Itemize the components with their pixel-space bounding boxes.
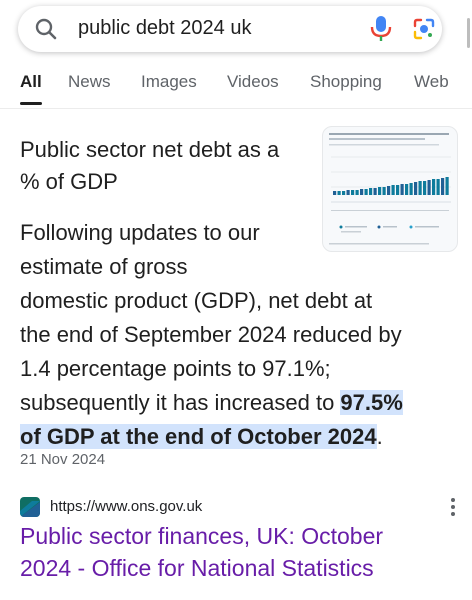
snippet-body: Following updates to our estimate of gro… [20,220,403,449]
snippet-title: Public sector net debt as a % of GDP [20,137,280,194]
thumbnail-bar [360,189,364,195]
highlighted-answer: 97.5% [340,390,403,415]
thumbnail-bar [337,191,341,195]
snippet-date: 21 Nov 2024 [20,451,106,468]
search-tabs: All News Images Videos Shopping Web [0,72,472,106]
thumbnail-bar [414,182,418,195]
active-tab-indicator [20,102,42,105]
thumbnail-bar [427,180,431,195]
scroll-indicator[interactable] [467,18,470,48]
result-title-link[interactable]: Public sector finances, UK: October 2024… [20,520,460,584]
search-icon [35,18,57,40]
result-url[interactable]: https://www.ons.gov.uk [50,498,202,515]
result-source[interactable]: https://www.ons.gov.uk [20,496,460,518]
thumbnail-bar [441,178,445,195]
tab-shopping[interactable]: Shopping [310,72,382,92]
thumbnail-bar [409,183,413,195]
tab-images[interactable]: Images [141,72,197,92]
thumbnail-bar [432,179,436,195]
tab-news[interactable]: News [68,72,111,92]
search-bar[interactable]: public debt 2024 uk [18,6,442,52]
mic-icon[interactable] [370,15,392,43]
thumbnail-bar [436,179,440,195]
thumbnail-bar [369,188,373,195]
thumbnail-bar [382,187,386,195]
thumbnail-bar [387,186,391,195]
thumbnail-bar [378,187,382,195]
more-options-icon[interactable] [446,496,460,518]
thumbnail-bar [396,185,400,195]
thumbnail-bar [391,185,395,195]
thumbnail-bar [364,189,368,195]
thumbnail-bar [333,191,337,195]
search-query[interactable]: public debt 2024 uk [78,17,251,40]
thumbnail-bar [418,181,422,195]
google-lens-icon[interactable] [412,17,436,41]
thumbnail-bar [355,190,359,195]
thumbnail-bar [342,191,346,195]
thumbnail-bar [423,181,427,195]
highlighted-answer-cont: of GDP at the end of October 2024 [20,424,377,449]
thumbnail-bar [373,188,377,195]
thumbnail-bar [405,184,409,195]
ons-favicon [20,497,40,517]
thumbnail-bar [445,177,449,195]
thumbnail-bar [346,190,350,195]
tab-all[interactable]: All [20,72,42,92]
tab-web[interactable]: Web [414,72,449,92]
divider [0,108,472,109]
tab-videos[interactable]: Videos [227,72,279,92]
thumbnail-bar [351,190,355,195]
thumbnail-bar [400,184,404,195]
